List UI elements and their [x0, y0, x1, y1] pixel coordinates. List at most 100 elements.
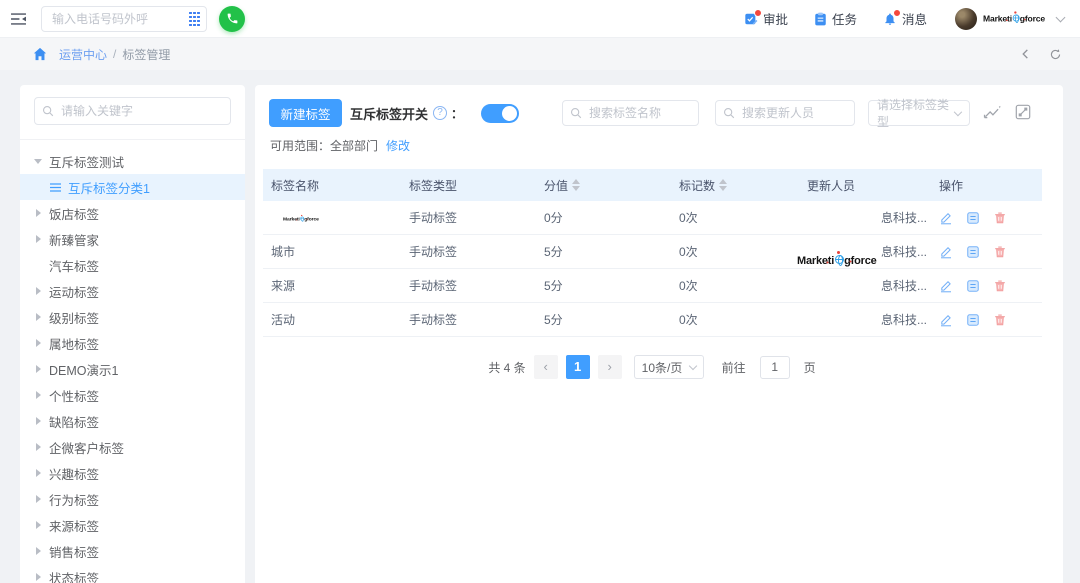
detail-icon[interactable] [966, 211, 980, 225]
sidebar-search-input[interactable] [34, 97, 231, 125]
sidebar: 互斥标签测试互斥标签分类1饭店标签新臻管家汽车标签运动标签级别标签属地标签DEM… [20, 85, 245, 583]
globe-icon [300, 216, 304, 220]
nav-task[interactable]: 任务 [814, 9, 857, 28]
sidebar-item[interactable]: 来源标签 [20, 512, 245, 538]
caret-right-icon[interactable] [32, 209, 44, 217]
delete-icon[interactable] [993, 211, 1007, 225]
sidebar-item-label: 级别标签 [49, 308, 99, 327]
divider [20, 139, 245, 140]
nav-approval[interactable]: 审批 [744, 9, 788, 28]
detail-icon[interactable] [966, 279, 980, 293]
nav-message[interactable]: 消息 [883, 9, 927, 28]
sidebar-item-label: 新臻管家 [49, 230, 99, 249]
account-menu[interactable]: Marketigforce [955, 8, 1064, 30]
sort-icon[interactable] [572, 179, 580, 191]
sidebar-item[interactable]: 企微客户标签 [20, 434, 245, 460]
caret-right-icon[interactable] [32, 443, 44, 451]
sidebar-item[interactable]: 行为标签 [20, 486, 245, 512]
mutex-switch-row: 互斥标签开关 ? ： [350, 99, 519, 127]
caret-right-icon[interactable] [32, 573, 44, 581]
column-header[interactable]: 标记数 [671, 177, 799, 194]
marketingforce-logo: Marketigforce [983, 14, 1045, 23]
next-page-button[interactable]: › [598, 355, 622, 379]
cell-tag-type: 手动标签 [401, 277, 536, 294]
caret-right-icon[interactable] [32, 391, 44, 399]
delete-icon[interactable] [993, 245, 1007, 259]
sidebar-item[interactable]: 饭店标签 [20, 200, 245, 226]
sidebar-item[interactable]: 属地标签 [20, 330, 245, 356]
caret-right-icon[interactable] [32, 313, 44, 321]
caret-right-icon[interactable] [32, 365, 44, 373]
phone-input[interactable] [41, 6, 207, 32]
call-button[interactable] [219, 6, 245, 32]
table-row: 活动手动标签5分0次息科技... [263, 303, 1042, 337]
sidebar-item[interactable]: 销售标签 [20, 538, 245, 564]
cell-score: 5分 [536, 277, 671, 294]
chart-icon[interactable] [983, 104, 1001, 119]
mutex-toggle[interactable] [481, 104, 519, 123]
sort-icon[interactable] [719, 179, 727, 191]
caret-right-icon[interactable] [32, 235, 44, 243]
caret-right-icon[interactable] [32, 495, 44, 503]
menu-fold-icon[interactable] [10, 12, 27, 26]
column-header[interactable]: 分值 [536, 177, 671, 194]
page-size-select[interactable]: 10条/页 [634, 355, 704, 379]
caret-right-icon[interactable] [32, 339, 44, 347]
breadcrumb-link[interactable]: 运营中心 [59, 46, 107, 63]
main-panel: 新建标签 互斥标签开关 ? ： 请选择标签类型 可用范围：全部部门修改 标签名称… [255, 85, 1063, 583]
page-size-value: 10条/页 [642, 359, 683, 376]
detail-icon[interactable] [966, 313, 980, 327]
sidebar-item[interactable]: 级别标签 [20, 304, 245, 330]
tag-type-select[interactable]: 请选择标签类型 [868, 100, 970, 126]
caret-right-icon[interactable] [32, 521, 44, 529]
table-row: 来源手动标签5分0次息科技... [263, 269, 1042, 303]
back-icon[interactable] [1020, 48, 1031, 60]
help-icon[interactable]: ? [433, 106, 447, 120]
sidebar-item[interactable]: DEMO演示1 [20, 356, 245, 382]
delete-icon[interactable] [993, 313, 1007, 327]
edit-icon[interactable] [939, 313, 953, 327]
detail-icon[interactable] [966, 245, 980, 259]
cell-score: 5分 [536, 243, 671, 260]
sidebar-item-label: 来源标签 [49, 516, 99, 535]
nav-approval-label: 审批 [763, 9, 788, 28]
edit-icon[interactable] [939, 211, 953, 225]
prev-page-button[interactable]: ‹ [534, 355, 558, 379]
sidebar-item-label: 缺陷标签 [49, 412, 99, 431]
sidebar-item[interactable]: 互斥标签分类1 [20, 174, 245, 200]
table-header: 标签名称标签类型分值标记数更新人员操作 [263, 169, 1042, 201]
sidebar-item[interactable]: 运动标签 [20, 278, 245, 304]
column-header: 更新人员 [799, 177, 931, 194]
edit-icon[interactable] [939, 245, 953, 259]
sidebar-item[interactable]: 兴趣标签 [20, 460, 245, 486]
caret-right-icon[interactable] [32, 547, 44, 555]
brand-logo-slot: Marketigforce [983, 11, 1049, 27]
goto-page-input[interactable] [760, 356, 790, 379]
dialpad-icon[interactable] [189, 12, 200, 26]
sidebar-item[interactable]: 汽车标签 [20, 252, 245, 278]
delete-icon[interactable] [993, 279, 1007, 293]
sidebar-item[interactable]: 状态标签 [20, 564, 245, 583]
column-header: 标签类型 [401, 177, 536, 194]
caret-right-icon[interactable] [32, 287, 44, 295]
task-icon [814, 12, 827, 26]
modify-link[interactable]: 修改 [386, 139, 410, 153]
page-1-button[interactable]: 1 [566, 355, 590, 379]
expand-icon[interactable] [1015, 104, 1031, 120]
new-tag-button[interactable]: 新建标签 [269, 99, 342, 127]
sidebar-item[interactable]: 缺陷标签 [20, 408, 245, 434]
sidebar-item[interactable]: 互斥标签测试 [20, 148, 245, 174]
caret-down-icon[interactable] [32, 159, 44, 164]
tag-search-input[interactable] [562, 100, 699, 126]
user-search-input[interactable] [715, 100, 855, 126]
table-row: 城市手动标签5分0次息科技... [263, 235, 1042, 269]
sidebar-item[interactable]: 新臻管家 [20, 226, 245, 252]
cell-updater: 息科技... [799, 243, 931, 260]
refresh-icon[interactable] [1049, 48, 1062, 61]
chevron-down-icon [688, 362, 696, 370]
home-icon[interactable] [33, 47, 47, 61]
caret-right-icon[interactable] [32, 417, 44, 425]
sidebar-item[interactable]: 个性标签 [20, 382, 245, 408]
edit-icon[interactable] [939, 279, 953, 293]
caret-right-icon[interactable] [32, 469, 44, 477]
